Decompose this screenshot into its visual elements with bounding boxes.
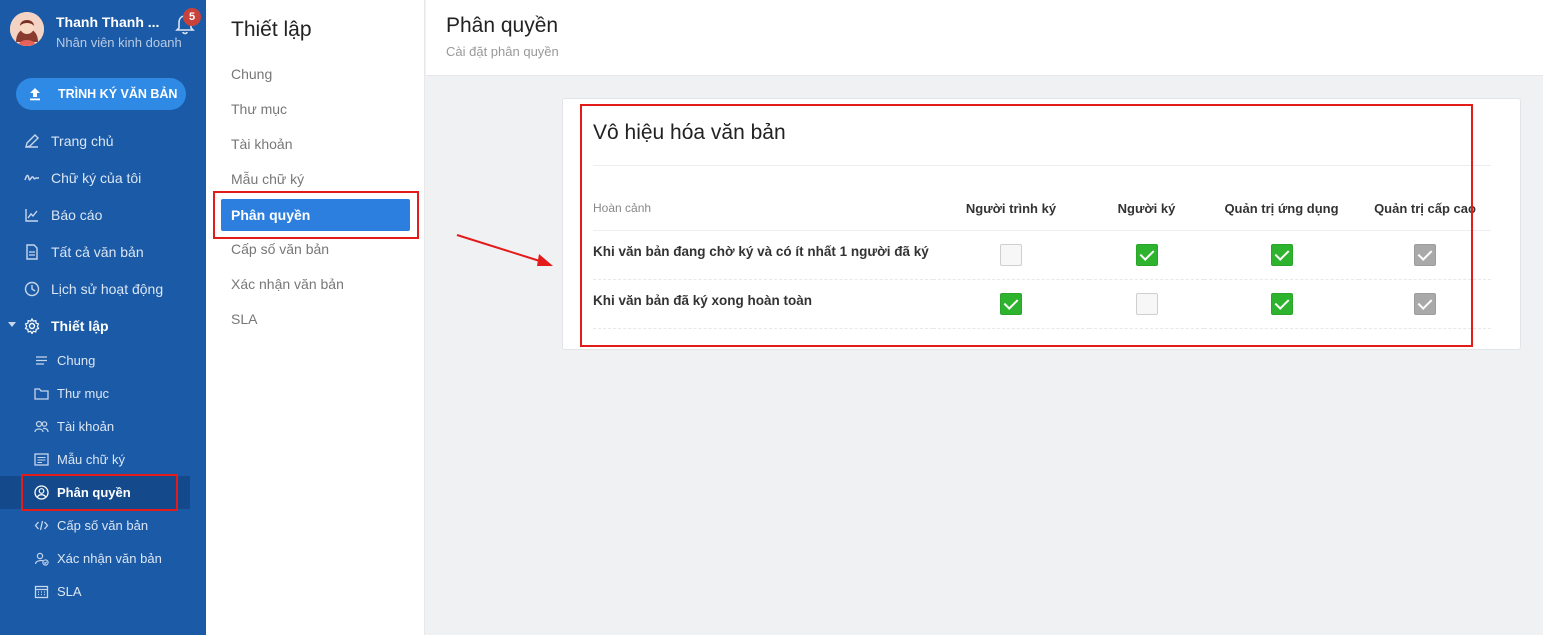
pen-icon [25,133,39,148]
nav-label: Chữ ký của tôi [51,169,142,186]
user-profile[interactable]: Thanh Thanh ... Nhân viên kinh doanh 5 [10,8,201,50]
list-icon [36,356,47,365]
subnav-item-signature-templates[interactable]: Mẫu chữ ký [0,443,206,476]
nav-item-activity-history[interactable]: Lịch sử hoạt động [0,270,206,307]
clock-icon [24,281,40,296]
settings-item-document-confirmation[interactable]: Xác nhận văn bản [206,267,425,302]
highlight-box [580,104,1473,347]
settings-item-general[interactable]: Chung [206,57,425,92]
nav-label: Trang chủ [51,132,114,149]
signature-icon [24,174,39,181]
users-icon [34,420,49,433]
subnav-label: Chung [57,353,96,368]
submit-document-button[interactable]: TRÌNH KÝ VĂN BẢN [16,78,186,110]
calendar-icon [34,585,49,599]
subnav-item-general[interactable]: Chung [0,344,206,377]
subnav-item-sla[interactable]: SLA [0,575,206,608]
gear-icon [24,317,40,334]
page-title: Phân quyền [446,14,559,37]
subnav-label: Cấp số văn bản [57,518,149,533]
user-role: Nhân viên kinh doanh [56,35,182,50]
subnav-label: Thư mục [57,386,110,401]
primary-nav: Trang chủ Chữ ký của tôi Báo cáo Tất cả … [0,122,206,344]
avatar[interactable] [10,12,44,46]
subnav-label: Mẫu chữ ký [57,452,125,467]
folder-icon [34,388,49,400]
highlight-box [21,474,178,511]
page-header: Phân quyền Cài đặt phân quyền [426,0,1543,76]
arrow-icon [456,234,553,266]
subnav-item-accounts[interactable]: Tài khoản [0,410,206,443]
settings-item-folders[interactable]: Thư mục [206,92,425,127]
subnav-item-document-numbering[interactable]: Cấp số văn bản [0,509,206,542]
caret-down-icon [8,322,16,327]
subnav-item-folders[interactable]: Thư mục [0,377,206,410]
nav-label: Lịch sử hoạt động [51,280,164,297]
user-name: Thanh Thanh ... [56,14,160,30]
nav-label: Thiết lập [51,317,109,334]
nav-item-all-documents[interactable]: Tất cả văn bản [0,233,206,270]
code-icon [34,520,49,531]
user-check-icon [34,552,49,566]
nav-item-reports[interactable]: Báo cáo [0,196,206,233]
nav-item-my-signatures[interactable]: Chữ ký của tôi [0,159,206,196]
nav-item-home[interactable]: Trang chủ [0,122,206,159]
document-icon [26,243,38,260]
nav-label: Tất cả văn bản [51,243,144,260]
settings-item-accounts[interactable]: Tài khoản [206,127,425,162]
upload-icon [30,88,40,101]
settings-title: Thiết lập [231,18,312,41]
subnav-label: SLA [57,584,82,599]
page-subtitle: Cài đặt phân quyền [446,44,559,59]
notification-badge: 5 [183,8,201,26]
nav-label: Báo cáo [51,206,103,223]
main-sidebar: Thanh Thanh ... Nhân viên kinh doanh 5 T… [0,0,206,635]
submit-document-label: TRÌNH KÝ VĂN BẢN [58,87,178,101]
subnav-label: Tài khoản [57,419,115,434]
subnav-label: Xác nhận văn bản [57,551,162,566]
subnav-item-document-confirmation[interactable]: Xác nhận văn bản [0,542,206,575]
template-icon [34,453,49,466]
settings-menu: Thiết lập Chung Thư mục Tài khoản Mẫu ch… [206,0,425,635]
nav-item-settings[interactable]: Thiết lập [0,307,206,344]
highlight-box [213,191,419,239]
chart-line-icon [25,208,38,222]
settings-item-sla[interactable]: SLA [206,302,425,337]
